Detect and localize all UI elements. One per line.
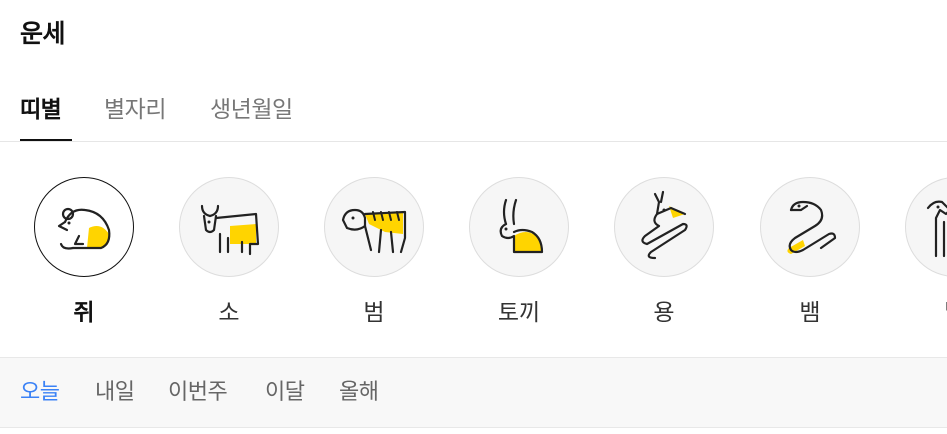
- zodiac-circle: [614, 177, 714, 277]
- category-tabs: 띠별 별자리 생년월일: [0, 86, 947, 142]
- zodiac-label: 말: [905, 293, 947, 327]
- zodiac-label: 소: [218, 300, 240, 326]
- zodiac-label: 범: [363, 300, 385, 326]
- tab-tomorrow[interactable]: 내일: [95, 374, 135, 406]
- tab-zodiac-animal[interactable]: 띠별: [20, 90, 62, 124]
- tab-this-month[interactable]: 이달: [265, 374, 305, 406]
- tab-this-week[interactable]: 이번주: [168, 374, 228, 406]
- dragon-icon: [641, 190, 688, 260]
- tab-constellation[interactable]: 별자리: [104, 90, 166, 124]
- zodiac-label: 쥐: [73, 300, 95, 326]
- zodiac-item-rat[interactable]: 쥐: [34, 177, 136, 326]
- rat-icon: [57, 207, 111, 250]
- ox-icon: [200, 204, 260, 256]
- tiger-icon: [341, 208, 407, 254]
- zodiac-label: 용: [653, 300, 675, 326]
- zodiac-item-snake[interactable]: 뱀: [760, 177, 862, 326]
- zodiac-circle: [179, 177, 279, 277]
- snake-icon: [787, 200, 837, 254]
- horse-icon: [926, 200, 947, 258]
- zodiac-circle: [469, 177, 569, 277]
- zodiac-item-rabbit[interactable]: 토끼: [469, 177, 571, 326]
- period-tabs: 오늘 내일 이번주 이달 올해: [0, 357, 947, 428]
- zodiac-label: 토끼: [497, 300, 541, 326]
- zodiac-item-horse[interactable]: 말: [905, 177, 947, 326]
- tab-today[interactable]: 오늘: [20, 374, 60, 406]
- zodiac-label: 뱀: [799, 300, 821, 326]
- tab-birthdate[interactable]: 생년월일: [210, 90, 293, 124]
- zodiac-circle: [34, 177, 134, 277]
- zodiac-carousel[interactable]: 쥐 소 범 토끼 용 뱀: [0, 141, 947, 357]
- zodiac-item-ox[interactable]: 소: [179, 177, 281, 326]
- tab-this-year[interactable]: 올해: [339, 374, 379, 406]
- zodiac-circle: [760, 177, 860, 277]
- page-title: 운세: [20, 19, 66, 48]
- zodiac-circle: [905, 177, 947, 277]
- zodiac-item-tiger[interactable]: 범: [324, 177, 426, 326]
- zodiac-item-dragon[interactable]: 용: [614, 177, 716, 326]
- zodiac-circle: [324, 177, 424, 277]
- rabbit-icon: [499, 198, 544, 254]
